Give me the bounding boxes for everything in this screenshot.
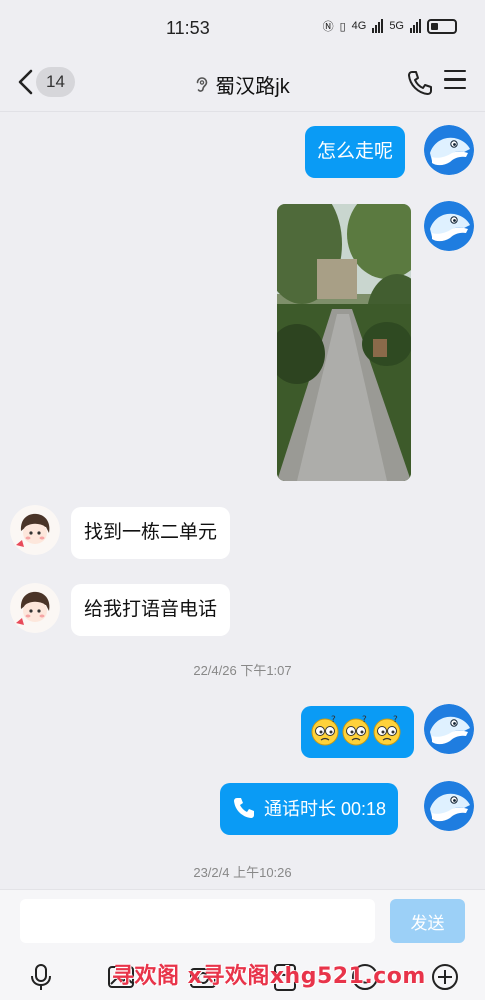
signal-icon [372,19,384,33]
confused-face-emoji-icons: ? ? ? [311,715,401,746]
dolphin-avatar-icon [424,781,474,831]
message-text: 怎么走呢 [317,141,394,162]
dolphin-avatar-icon [424,125,474,175]
contact-avatar[interactable] [10,583,60,633]
svg-text:?: ? [393,715,398,725]
watermark-text: 寻欢阁 x寻欢阁xhg521.com [112,964,426,989]
battery-icon [427,18,457,34]
my-avatar[interactable] [424,201,474,251]
outgoing-message-bubble[interactable]: 怎么走呢 [305,126,406,178]
signal-icon-2 [410,19,421,33]
svg-text:?: ? [331,715,336,725]
call-duration-text: 通话时长 00:18 [264,799,387,819]
status-bar: 11:53 Ⓝ ▯ 4G 5G [0,0,485,56]
incoming-message-bubble[interactable]: 找到一栋二单元 [71,507,231,559]
timestamp: 23/2/4 上午10:26 [193,865,292,880]
send-button[interactable]: 发送 [390,899,465,943]
cartoon-girl-avatar-icon [10,505,60,555]
message-text: 找到一栋二单元 [84,522,218,543]
image-message[interactable] [277,204,411,481]
incoming-message-bubble[interactable]: 给我打语音电话 [71,584,231,636]
message-text: 给我打语音电话 [84,599,218,620]
svg-text:?: ? [362,715,367,725]
vibrate-icon: ▯ [339,20,346,33]
cartoon-girl-avatar-icon [10,583,60,633]
dolphin-avatar-icon [424,201,474,251]
chat-title: 蜀汉路jk [215,76,290,98]
my-avatar[interactable] [424,781,474,831]
microphone-icon[interactable] [26,962,56,992]
my-avatar[interactable] [424,125,474,175]
call-record-bubble[interactable]: 通话时长 00:18 [220,783,399,835]
timestamp: 22/4/26 下午1:07 [193,663,292,678]
network-4g-label: 4G [351,20,367,32]
nfc-icon: Ⓝ [322,21,334,33]
chat-header: 14 蜀汉路jk [0,56,485,112]
status-icons: Ⓝ ▯ 4G 5G [323,18,457,34]
plus-icon[interactable] [430,962,460,992]
menu-icon[interactable] [444,70,468,94]
dolphin-avatar-icon [424,704,474,754]
phone-icon [234,798,254,819]
ear-icon [196,76,208,92]
voice-call-icon[interactable] [405,68,435,98]
emoji-message-bubble[interactable]: ? ? ? [301,706,414,758]
network-5g-label: 5G [389,20,404,32]
contact-avatar[interactable] [10,505,60,555]
message-input[interactable] [20,899,375,943]
garden-path-photo [277,204,411,481]
status-time: 11:53 [166,18,210,38]
my-avatar[interactable] [424,704,474,754]
